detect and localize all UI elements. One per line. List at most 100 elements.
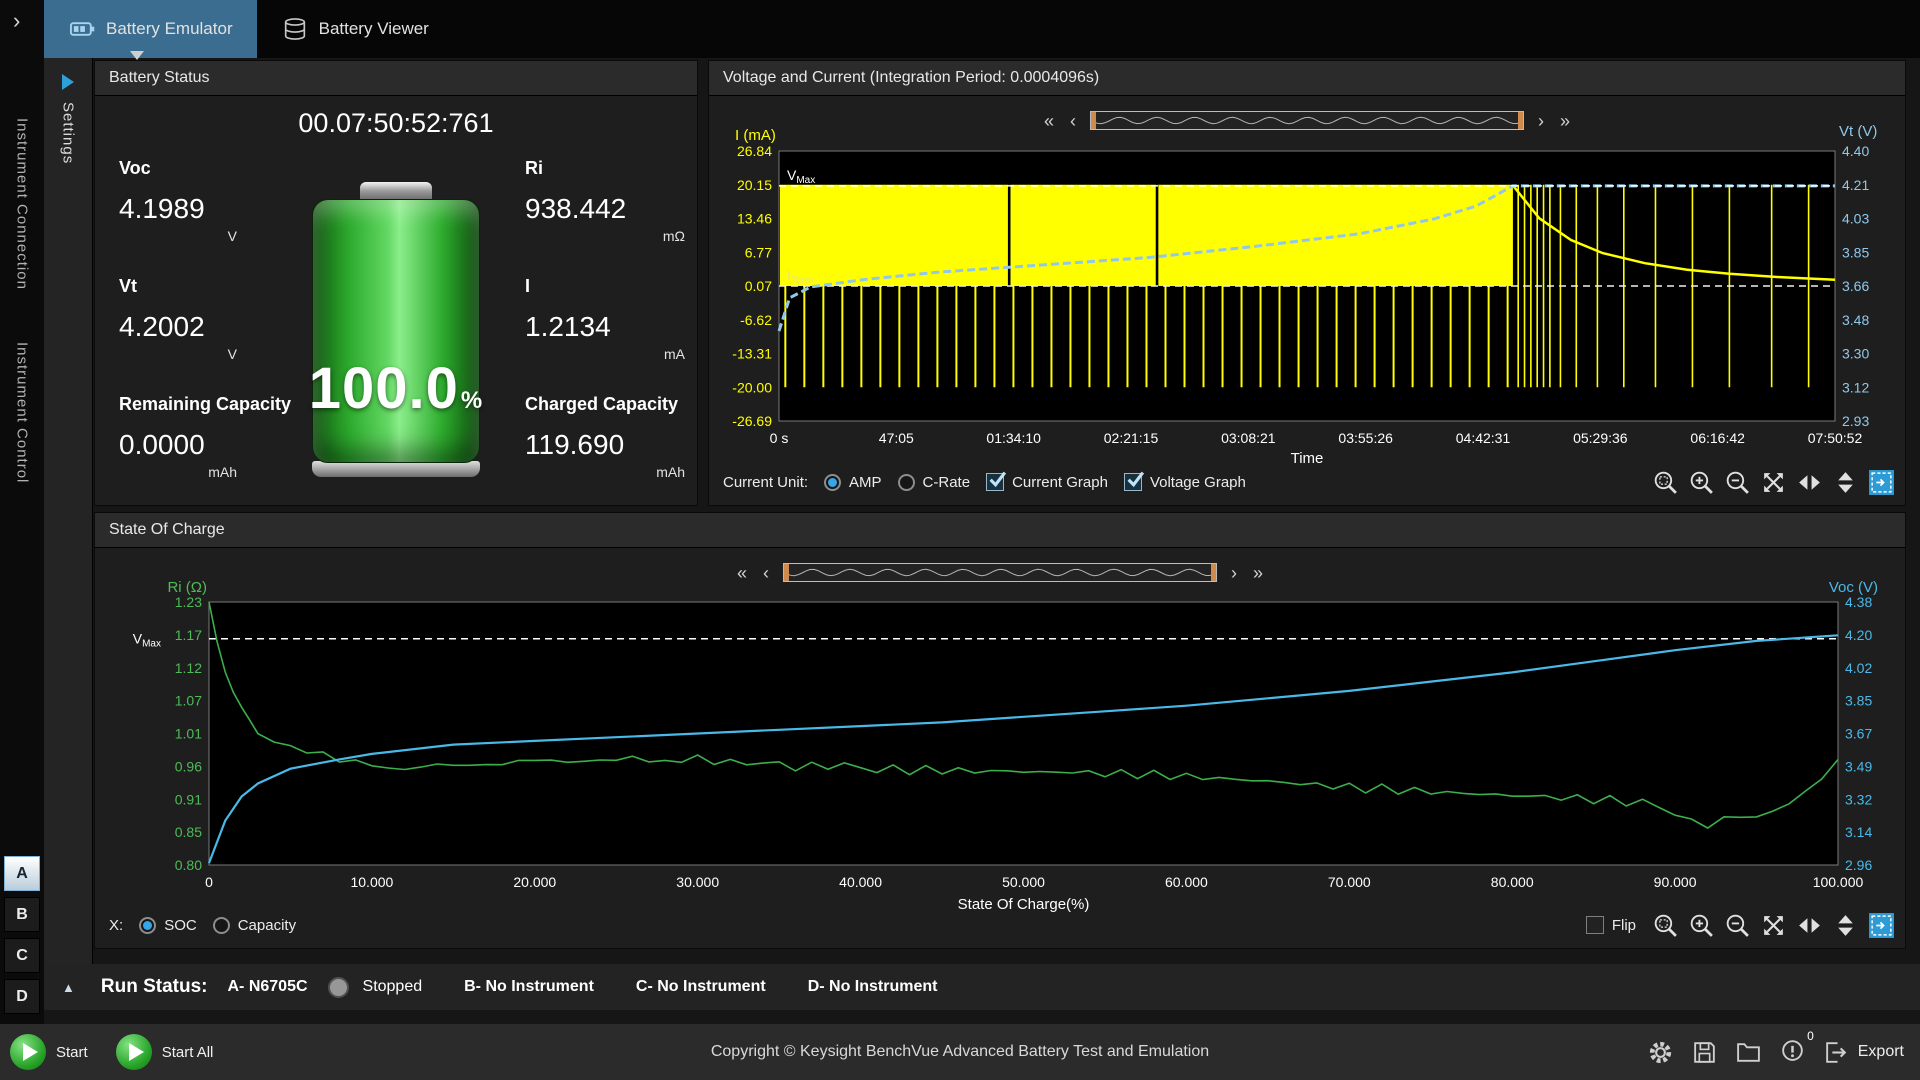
- svg-text:0.91: 0.91: [175, 791, 202, 807]
- rail-expand-icon[interactable]: ›: [13, 10, 20, 32]
- soc-scroll-left-button[interactable]: ‹: [761, 564, 771, 582]
- soc-scroll-far-right-button[interactable]: »: [1251, 564, 1265, 582]
- start-button[interactable]: Start: [10, 1034, 88, 1070]
- expand-all-icon[interactable]: [1760, 912, 1787, 939]
- svg-text:13.46: 13.46: [737, 211, 772, 227]
- amp-radio[interactable]: AMP: [824, 473, 882, 491]
- zoom-out-icon[interactable]: [1724, 469, 1751, 496]
- svg-text:-6.62: -6.62: [740, 312, 772, 328]
- vc-zoom-toolbar: [1652, 469, 1895, 496]
- sidebar-item-instrument-connection[interactable]: Instrument Connection: [14, 118, 31, 290]
- svg-text:-20.00: -20.00: [732, 379, 772, 395]
- svg-text:2.96: 2.96: [1845, 857, 1872, 873]
- soc-chart[interactable]: VMax 1.23 1.17 1.12 1.07 1.01 0.96 0.91 0.85 0.80…: [99, 568, 1909, 913]
- svg-text:3.49: 3.49: [1845, 758, 1872, 774]
- soc-scroll-far-left-button[interactable]: «: [735, 564, 749, 582]
- zoom-in-icon[interactable]: [1688, 912, 1715, 939]
- vc-chart-scrollbar: « ‹ › »: [1042, 111, 1572, 130]
- tab-battery-viewer[interactable]: Battery Viewer: [257, 0, 453, 58]
- fit-vertical-icon[interactable]: [1832, 912, 1859, 939]
- svg-text:-13.31: -13.31: [732, 346, 772, 362]
- checkbox-icon: [1585, 916, 1604, 934]
- vt-value: 4.2002: [119, 311, 205, 342]
- soc-controls: X: SOC Capacity Flip: [109, 909, 1895, 941]
- soc-scroll-handle-right[interactable]: [1211, 564, 1216, 581]
- app-window: › Instrument Connection Instrument Contr…: [0, 0, 1920, 1080]
- save-icon[interactable]: [1691, 1039, 1718, 1066]
- svg-text:Time: Time: [1291, 450, 1324, 466]
- voltage-graph-label: Voltage Graph: [1149, 473, 1246, 491]
- flip-checkbox[interactable]: Flip: [1585, 916, 1636, 934]
- fit-vertical-icon[interactable]: [1832, 469, 1859, 496]
- start-all-button[interactable]: Start All: [115, 1034, 213, 1070]
- settings-expand-icon[interactable]: [62, 74, 74, 90]
- svg-text:4.38: 4.38: [1845, 594, 1872, 610]
- folder-icon[interactable]: [1735, 1039, 1762, 1066]
- error-log-button[interactable]: 0: [1779, 1029, 1814, 1068]
- zoom-region-icon[interactable]: [1652, 912, 1679, 939]
- svg-text:3.67: 3.67: [1845, 726, 1872, 742]
- soc-radio[interactable]: SOC: [139, 916, 197, 934]
- svg-text:4.03: 4.03: [1842, 211, 1869, 227]
- vc-scroll-far-right-button[interactable]: »: [1558, 112, 1572, 130]
- gear-icon[interactable]: [1647, 1039, 1674, 1066]
- channel-b-button[interactable]: B: [4, 897, 40, 932]
- autoscale-icon[interactable]: [1868, 469, 1895, 496]
- svg-text:05:29:36: 05:29:36: [1573, 430, 1628, 446]
- channel-d-button[interactable]: D: [4, 979, 40, 1014]
- collapse-run-status-button[interactable]: ▲: [62, 980, 75, 995]
- state-of-charge-panel: State Of Charge « ‹ › » VMax 1.23 1.17 1.12…: [94, 512, 1906, 949]
- voc-unit: V: [227, 228, 237, 244]
- vc-scroll-right-button[interactable]: ›: [1536, 112, 1546, 130]
- vc-scroll-handle-left[interactable]: [1091, 112, 1096, 129]
- c-rate-radio[interactable]: C-Rate: [897, 473, 970, 491]
- channel-a-button[interactable]: A: [4, 856, 40, 891]
- fit-horizontal-icon[interactable]: [1796, 912, 1823, 939]
- svg-text:4.21: 4.21: [1842, 177, 1869, 193]
- svg-text:70.000: 70.000: [1328, 874, 1371, 890]
- zoom-out-icon[interactable]: [1724, 912, 1751, 939]
- sidebar-item-instrument-control[interactable]: Instrument Control: [14, 342, 31, 483]
- x-axis-mode-label: X:: [109, 916, 124, 934]
- svg-text:3.85: 3.85: [1842, 244, 1869, 260]
- vc-scroll-track[interactable]: [1090, 111, 1524, 130]
- instrument-a-status: A- N6705C: [227, 978, 308, 995]
- fit-horizontal-icon[interactable]: [1796, 469, 1823, 496]
- voltage-graph-checkbox[interactable]: Voltage Graph: [1123, 471, 1246, 491]
- play-icon: [115, 1034, 152, 1070]
- svg-text:3.66: 3.66: [1842, 278, 1869, 294]
- svg-text:1.12: 1.12: [175, 660, 202, 676]
- settings-label[interactable]: Settings: [60, 102, 77, 164]
- expand-all-icon[interactable]: [1760, 469, 1787, 496]
- soc-scroll-handle-left[interactable]: [784, 564, 789, 581]
- soc-scroll-right-button[interactable]: ›: [1229, 564, 1239, 582]
- voltage-current-header: Voltage and Current (Integration Period:…: [709, 61, 1905, 96]
- voltage-current-chart[interactable]: VMaxITerm26.8420.1513.466.770.07-6.62-13…: [715, 114, 1900, 466]
- zoom-region-icon[interactable]: [1652, 469, 1679, 496]
- autoscale-icon[interactable]: [1868, 912, 1895, 939]
- ri-metric: Ri 938.442 mΩ: [525, 158, 685, 244]
- vc-scroll-left-button[interactable]: ‹: [1068, 112, 1078, 130]
- vc-scroll-far-left-button[interactable]: «: [1042, 112, 1056, 130]
- soc-zoom-toolbar: [1652, 912, 1895, 939]
- alert-icon: [1779, 1036, 1806, 1063]
- current-graph-checkbox[interactable]: Current Graph: [986, 471, 1108, 491]
- vc-scroll-handle-right[interactable]: [1518, 112, 1523, 129]
- vt-metric: Vt 4.2002 V: [119, 276, 237, 362]
- channel-c-button[interactable]: C: [4, 938, 40, 973]
- capacity-radio[interactable]: Capacity: [212, 916, 296, 934]
- svg-text:02:21:15: 02:21:15: [1104, 430, 1159, 446]
- vt-unit: V: [227, 346, 237, 362]
- voc-value: 4.1989: [119, 193, 205, 224]
- zoom-in-icon[interactable]: [1688, 469, 1715, 496]
- bottom-bar: Start Start All Copyright © Keysight Ben…: [0, 1024, 1920, 1080]
- svg-text:VMax: VMax: [133, 631, 161, 650]
- tab-battery-emulator[interactable]: Battery Emulator: [44, 0, 257, 60]
- remaining-capacity-label: Remaining Capacity: [119, 394, 292, 414]
- soc-scroll-track[interactable]: [783, 563, 1217, 582]
- export-button[interactable]: Export: [1823, 1039, 1904, 1066]
- soc-chart-scrollbar: « ‹ › »: [735, 563, 1265, 582]
- current-unit-label: Current Unit:: [723, 473, 809, 491]
- svg-text:100.000: 100.000: [1813, 874, 1864, 890]
- elapsed-time: 00.07:50:52:761: [298, 108, 494, 138]
